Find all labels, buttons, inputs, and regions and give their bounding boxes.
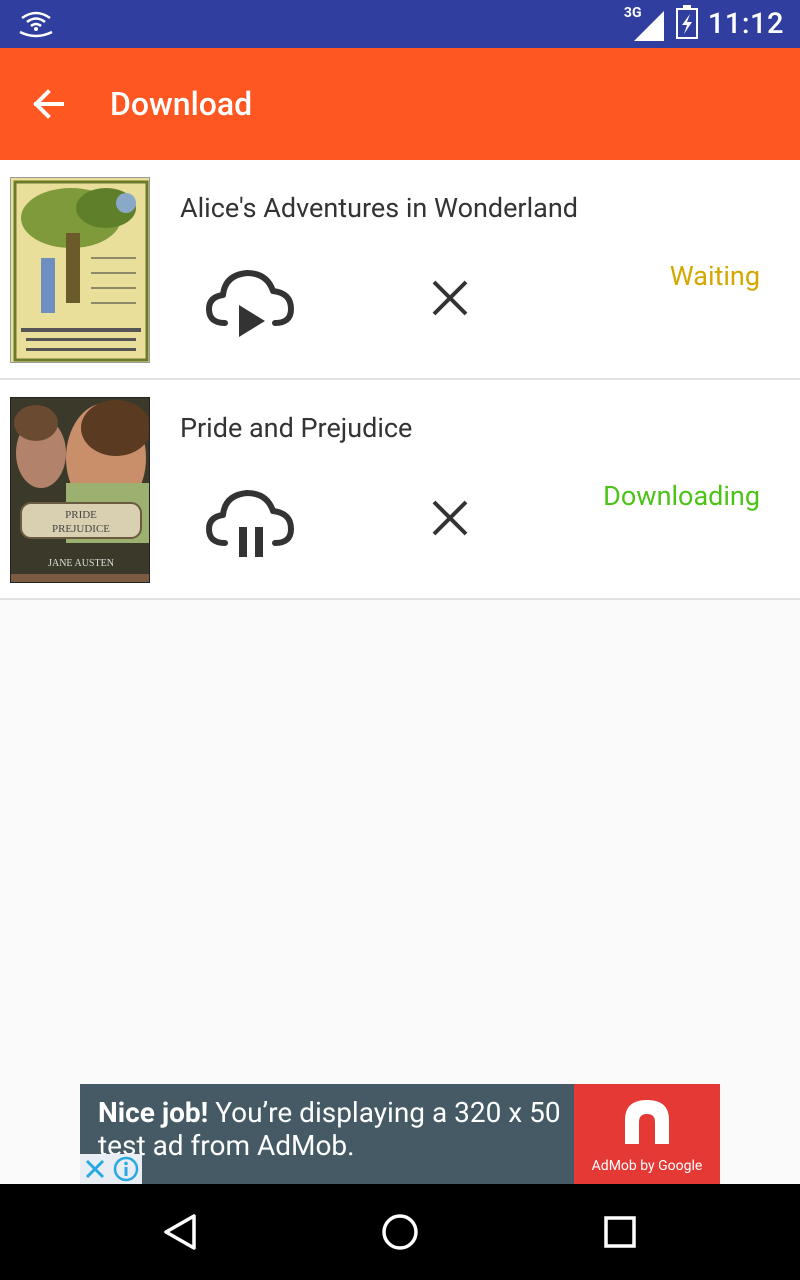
close-icon bbox=[432, 280, 468, 316]
square-recents-icon bbox=[604, 1216, 636, 1248]
svg-text:JANE AUSTEN: JANE AUSTEN bbox=[48, 558, 114, 569]
book-title: Pride and Prejudice bbox=[180, 412, 413, 444]
ad-brand: AdMob by Google bbox=[591, 1158, 703, 1174]
nav-home-button[interactable] bbox=[372, 1204, 428, 1260]
battery-icon bbox=[675, 5, 698, 43]
signal-icon: 3G bbox=[624, 5, 666, 41]
close-icon bbox=[432, 500, 468, 536]
ad-headline-bold: Nice job! bbox=[98, 1096, 209, 1129]
book-cover bbox=[10, 177, 150, 363]
book-title: Alice's Adventures in Wonderland bbox=[180, 192, 578, 224]
status-label: Downloading bbox=[603, 480, 760, 512]
download-list: Alice's Adventures in Wonderland Waiting bbox=[0, 160, 800, 600]
admob-logo-icon bbox=[625, 1100, 669, 1144]
status-label: Waiting bbox=[669, 260, 760, 292]
status-time: 11:12 bbox=[707, 7, 784, 41]
svg-text:PRIDE: PRIDE bbox=[65, 509, 97, 521]
circle-home-icon bbox=[382, 1214, 418, 1250]
nav-back-button[interactable] bbox=[152, 1204, 208, 1260]
app-bar: Download bbox=[0, 48, 800, 160]
cancel-button[interactable] bbox=[425, 493, 475, 543]
status-bar: 3G 11:12 bbox=[0, 0, 800, 48]
navigation-bar bbox=[0, 1184, 800, 1280]
wifi-hotspot-icon bbox=[16, 8, 56, 40]
cloud-pause-icon[interactable] bbox=[205, 485, 295, 560]
list-item[interactable]: PRIDE PREJUDICE JANE AUSTEN Pride and Pr… bbox=[0, 380, 800, 600]
admob-logo-area: AdMob by Google bbox=[574, 1084, 720, 1184]
ad-headline: Nice job! You’re displaying a 320 x 50 t… bbox=[98, 1096, 568, 1162]
ad-info-icon[interactable] bbox=[113, 1156, 139, 1182]
ad-banner[interactable]: Nice job! You’re displaying a 320 x 50 t… bbox=[80, 1084, 720, 1184]
page-title: Download bbox=[110, 85, 253, 123]
ad-controls bbox=[80, 1154, 142, 1184]
list-item[interactable]: Alice's Adventures in Wonderland Waiting bbox=[0, 160, 800, 380]
cancel-button[interactable] bbox=[425, 273, 475, 323]
back-button[interactable] bbox=[16, 72, 80, 136]
nav-recents-button[interactable] bbox=[592, 1204, 648, 1260]
arrow-back-icon bbox=[33, 89, 64, 119]
triangle-back-icon bbox=[164, 1214, 196, 1250]
book-cover: PRIDE PREJUDICE JANE AUSTEN bbox=[10, 397, 150, 583]
ad-close-icon[interactable] bbox=[84, 1158, 106, 1180]
cloud-play-icon[interactable] bbox=[205, 265, 295, 340]
svg-text:PREJUDICE: PREJUDICE bbox=[52, 523, 110, 535]
